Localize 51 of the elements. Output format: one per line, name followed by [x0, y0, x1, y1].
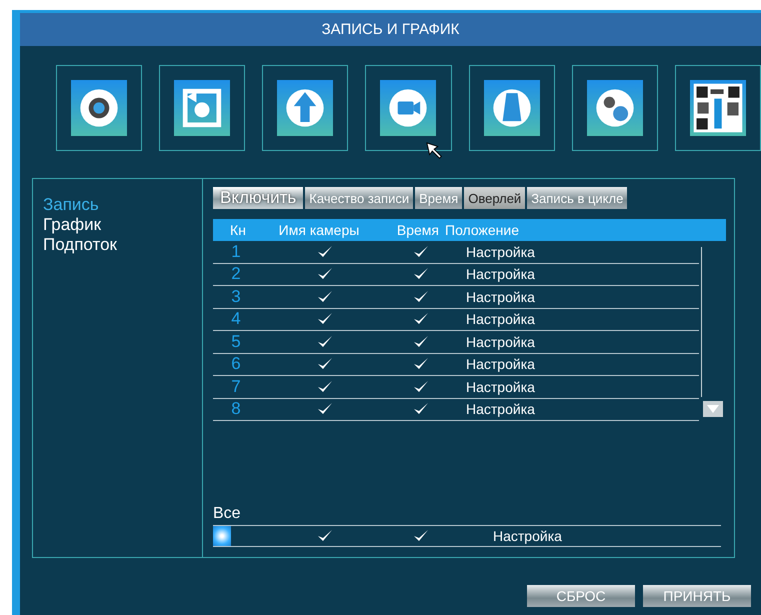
- select-all-checkbox[interactable]: [213, 526, 231, 546]
- check-icon[interactable]: [317, 357, 333, 372]
- check-icon[interactable]: [317, 267, 333, 282]
- check-icon[interactable]: [317, 312, 333, 326]
- table-cell-text: 5: [230, 332, 242, 352]
- upload-tool-icon[interactable]: [262, 65, 348, 151]
- table-cell[interactable]: Настройка: [451, 266, 535, 282]
- camera-tool-icon[interactable]: [365, 65, 452, 151]
- table-cell[interactable]: Настройка: [451, 378, 535, 395]
- sidebar-item[interactable]: Запись: [43, 195, 202, 215]
- table-cell-text: 3: [230, 286, 242, 307]
- qr-tool-icon[interactable]: [674, 65, 761, 151]
- table-cell-text: 7: [230, 376, 242, 397]
- check-icon[interactable]: [317, 290, 333, 304]
- check-icon[interactable]: [317, 402, 333, 416]
- check-icon[interactable]: [413, 244, 429, 259]
- check-icon[interactable]: [317, 380, 333, 394]
- table-cell[interactable]: Настройка: [451, 528, 562, 544]
- check-icon[interactable]: [413, 290, 429, 304]
- check-icon[interactable]: [413, 334, 429, 349]
- all-label: Все: [213, 504, 242, 522]
- check-icon[interactable]: [317, 244, 333, 259]
- table-cell-text: 6: [230, 354, 242, 374]
- table-cell[interactable]: Настройка: [451, 401, 535, 418]
- table-cell[interactable]: Настройка: [451, 311, 535, 328]
- table-cell[interactable]: Настройка: [451, 288, 535, 305]
- check-icon[interactable]: [413, 402, 429, 416]
- column-header: Время: [396, 222, 439, 238]
- column-header: Имя камеры: [278, 222, 360, 238]
- check-icon[interactable]: [317, 528, 333, 543]
- cursor-icon: [426, 142, 444, 160]
- table-cell-text: 2: [230, 264, 242, 284]
- table-cell[interactable]: Настройка: [451, 356, 535, 372]
- table-cell[interactable]: Настройка: [451, 334, 535, 350]
- table-cell-text: 4: [230, 309, 242, 330]
- check-icon[interactable]: [413, 528, 429, 543]
- table-cell[interactable]: Настройка: [451, 244, 535, 260]
- sidebar-item[interactable]: Подпоток: [43, 235, 202, 255]
- column-header: Положение: [444, 222, 519, 238]
- check-icon[interactable]: [413, 312, 429, 326]
- table-cell-text: 8: [230, 399, 242, 420]
- column-header: Кн: [229, 222, 247, 238]
- check-icon[interactable]: [413, 357, 429, 372]
- sidebar-item[interactable]: График: [43, 215, 202, 235]
- check-icon[interactable]: [413, 267, 429, 282]
- check-icon[interactable]: [317, 334, 333, 349]
- playback-tool-icon[interactable]: [159, 65, 246, 151]
- table-cell-text: 1: [230, 242, 242, 262]
- tab[interactable]: Оверлей: [464, 187, 526, 209]
- check-icon[interactable]: [413, 380, 429, 394]
- window-title: ЗАПИСЬ И ГРАФИК: [322, 21, 460, 38]
